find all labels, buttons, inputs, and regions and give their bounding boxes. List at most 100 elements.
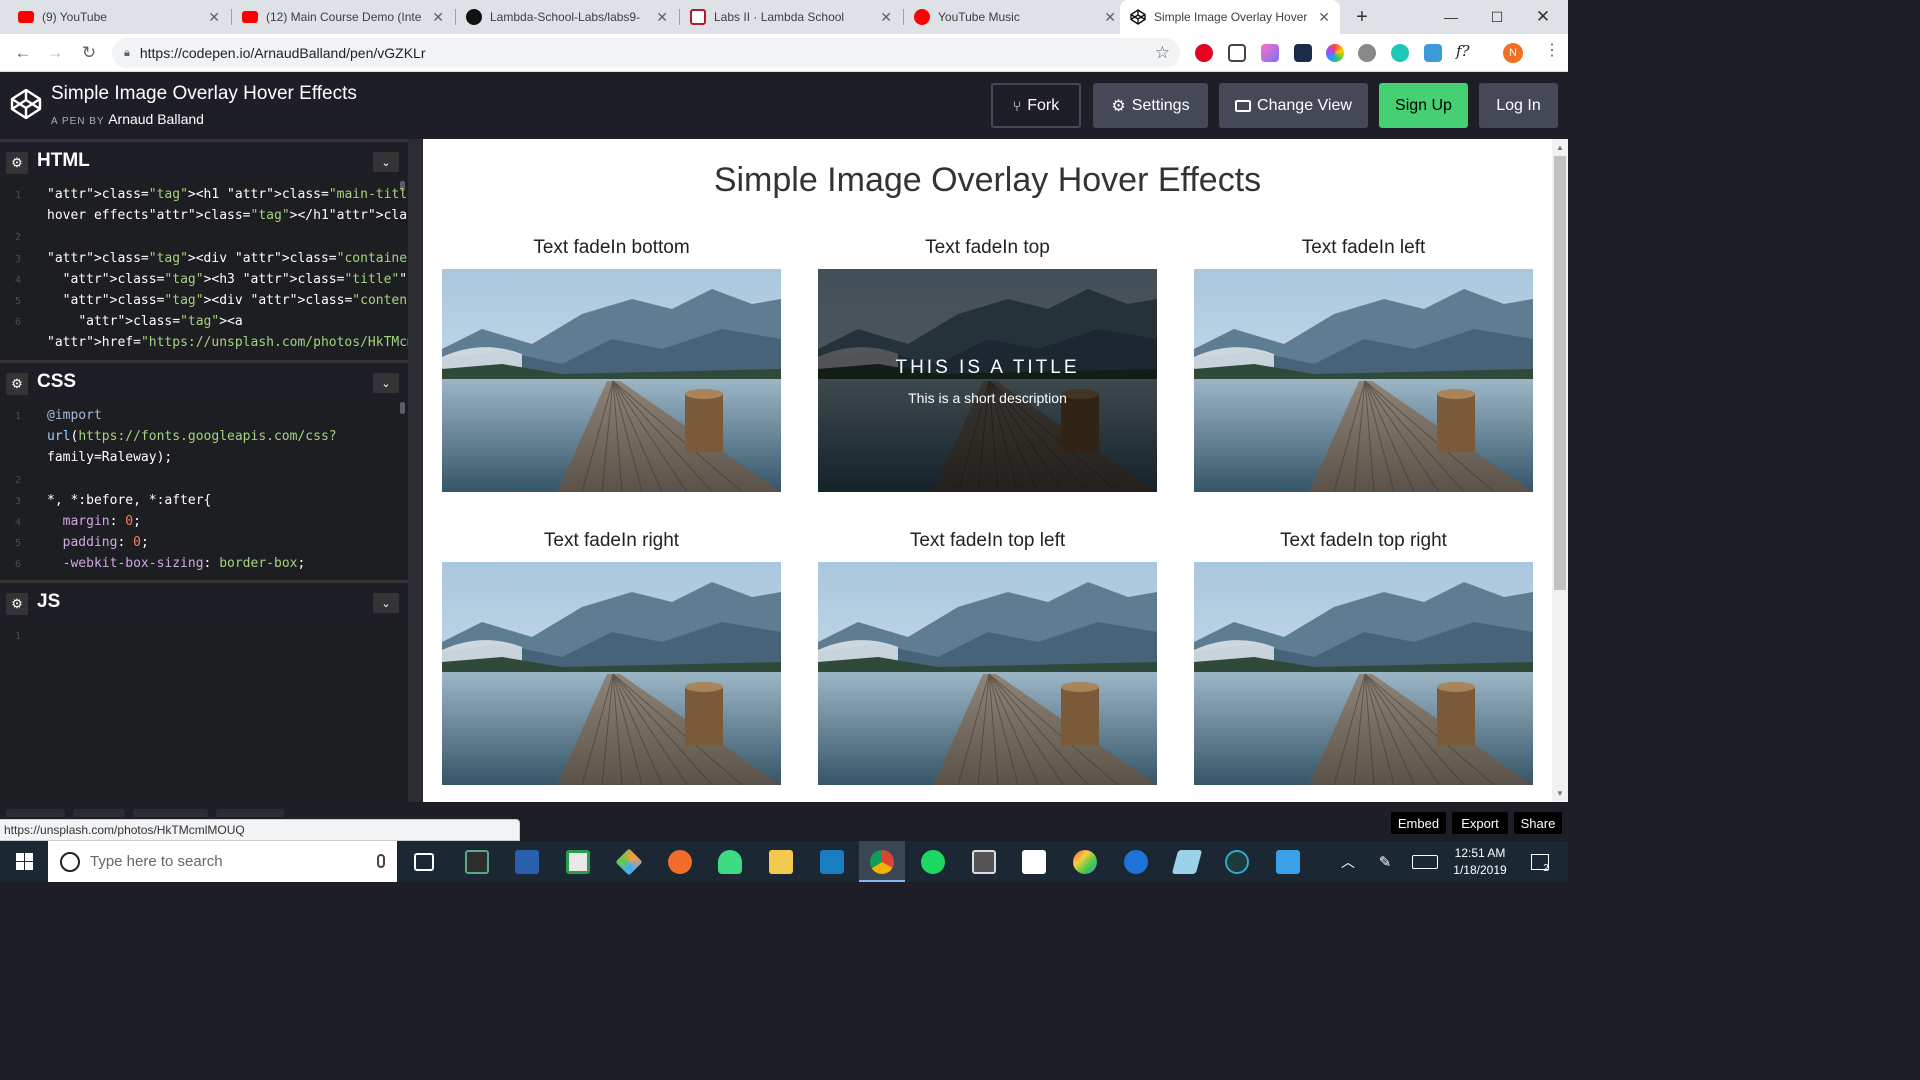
calculator-icon[interactable] [972,850,996,874]
js-settings-gear-icon[interactable]: ⚙ [6,593,28,615]
webstorm-icon[interactable] [1276,850,1300,874]
clock[interactable]: 12:51 AM 1/18/2019 [1447,841,1513,882]
paint-icon[interactable] [1073,850,1097,874]
show-hidden-icons-chevron-up-icon[interactable]: ︿ [1336,841,1360,882]
fork-button[interactable]: ⑂ Fork [991,83,1081,128]
code-line: family=Raleway); [47,450,173,466]
css-editor-scrollbar[interactable] [400,402,405,414]
chrome-icon[interactable] [870,850,894,874]
lake-dock-photo-link[interactable] [1194,269,1533,492]
footer-shortcuts-button[interactable] [216,809,284,817]
windows-start-icon[interactable] [0,841,48,882]
profile-avatar[interactable]: N [1503,43,1523,63]
embed-button[interactable]: Embed [1391,812,1446,834]
line-number: 3 [14,253,22,265]
minimize-button[interactable]: — [1428,0,1474,34]
footer-console-button[interactable] [6,809,65,817]
settings-button[interactable]: ⚙ Settings [1093,83,1208,128]
extension-gradient-icon[interactable] [1261,44,1279,62]
codepen-logo-icon[interactable] [10,88,42,120]
task-view-icon[interactable] [414,853,434,871]
tab-simple-image-overlay[interactable]: Simple Image Overlay Hover ✕ [1120,0,1340,34]
line-number: 6 [14,559,22,571]
terminal-icon[interactable] [465,850,489,874]
lake-dock-photo-link[interactable]: THIS IS A TITLE This is a short descripti… [818,269,1157,492]
file-explorer-icon[interactable] [769,850,793,874]
export-button[interactable]: Export [1452,812,1508,834]
close-tab-icon[interactable]: ✕ [1318,9,1330,26]
js-code-editor[interactable]: 1 [0,622,408,802]
vscode-icon[interactable] [820,850,844,874]
color-picker-icon[interactable] [1326,44,1344,62]
chrome-menu-icon[interactable]: ⋮ [1544,40,1562,59]
close-tab-icon[interactable]: ✕ [208,9,220,26]
html-pane-chevron-down-icon[interactable]: ⌄ [373,152,399,172]
share-button[interactable]: Share [1514,812,1562,834]
sign-up-button[interactable]: Sign Up [1379,83,1468,128]
overlay-title: THIS IS A TITLE [895,357,1080,378]
slack-icon[interactable] [566,850,590,874]
css-pane-chevron-down-icon[interactable]: ⌄ [373,373,399,393]
maximize-button[interactable]: ☐ [1474,0,1520,34]
lake-dock-photo-link[interactable] [442,562,781,785]
css-code-editor[interactable]: 1 @import url(https://fonts.googleapis.com… [0,402,408,580]
pen-author-link[interactable]: Arnaud Balland [108,111,204,127]
keyboard-icon[interactable] [1408,841,1442,882]
extension-gray-icon[interactable] [1358,44,1376,62]
address-bar[interactable]: 🔒︎ https://codepen.io/ArnaudBalland/pen/… [112,38,1180,68]
extension-blue-icon[interactable] [1424,44,1442,62]
function-icon[interactable]: f? [1456,42,1474,60]
powershell-icon[interactable] [515,850,539,874]
tab-main-course-demo[interactable]: (12) Main Course Demo (Inte ✕ [232,0,454,34]
css-settings-gear-icon[interactable]: ⚙ [6,373,28,395]
microphone-icon[interactable] [377,854,385,868]
change-view-button[interactable]: Change View [1219,83,1368,128]
bookmark-star-icon[interactable]: ☆ [1155,43,1170,63]
extension-teal-icon[interactable] [1391,44,1409,62]
window-app-icon[interactable] [1022,850,1046,874]
screenshot-icon[interactable] [1228,44,1246,62]
card-title: Text fadeIn top right [1280,530,1447,551]
footer-assets-button[interactable] [73,809,125,817]
notebook-icon[interactable] [1171,850,1203,874]
postman-icon[interactable] [668,850,692,874]
lake-dock-photo-link[interactable] [1194,562,1533,785]
pen-workspace-icon[interactable]: ✎ [1372,841,1398,882]
footer-comments-button[interactable] [133,809,208,817]
pinterest-icon[interactable] [1195,44,1213,62]
spotify-icon[interactable] [921,850,945,874]
gitkraken-glo-icon[interactable] [1225,850,1249,874]
html-settings-gear-icon[interactable]: ⚙ [6,152,28,174]
react-devtools-icon[interactable] [1294,44,1312,62]
forward-arrow-icon[interactable]: → [42,40,68,66]
close-tab-icon[interactable]: ✕ [656,9,668,26]
tab-youtube[interactable]: (9) YouTube ✕ [8,0,230,34]
overlay-demo-card: Text fadeIn right [442,530,781,785]
preview-scroll-thumb[interactable] [1554,156,1566,590]
edge-icon[interactable] [1124,850,1148,874]
tab-labs-ii-lambda[interactable]: Labs II · Lambda School ✕ [680,0,902,34]
js-pane-chevron-down-icon[interactable]: ⌄ [373,593,399,613]
lake-dock-photo-link[interactable] [818,562,1157,785]
taskbar-search-box[interactable]: Type here to search [48,841,397,882]
close-window-button[interactable]: ✕ [1520,0,1566,34]
log-in-button[interactable]: Log In [1479,83,1558,128]
reload-icon[interactable]: ↻ [76,40,102,66]
back-arrow-icon[interactable]: ← [10,40,36,66]
lake-dock-photo-link[interactable] [442,269,781,492]
tab-youtube-music[interactable]: YouTube Music ✕ [904,0,1126,34]
youtube-icon [242,11,258,23]
close-tab-icon[interactable]: ✕ [1104,9,1116,26]
android-studio-icon[interactable] [718,850,742,874]
close-tab-icon[interactable]: ✕ [432,9,444,26]
overlay-demo-card: Text fadeIn bottom [442,237,781,492]
resize-handle[interactable] [408,139,423,802]
tab-github-labs9[interactable]: Lambda-School-Labs/labs9- ✕ [456,0,678,34]
action-center-icon[interactable]: 2 [1520,841,1560,882]
html-code-editor[interactable]: 1 "attr">class="tag"><h1 "attr">class="ma… [0,181,408,360]
close-tab-icon[interactable]: ✕ [880,9,892,26]
css-pane-header: ⚙ CSS ⌄ [0,360,408,402]
new-tab-button[interactable]: + [1342,0,1382,34]
gitkraken-icon[interactable] [615,848,643,876]
preview-scrollbar[interactable]: ▲ ▼ [1552,139,1568,802]
